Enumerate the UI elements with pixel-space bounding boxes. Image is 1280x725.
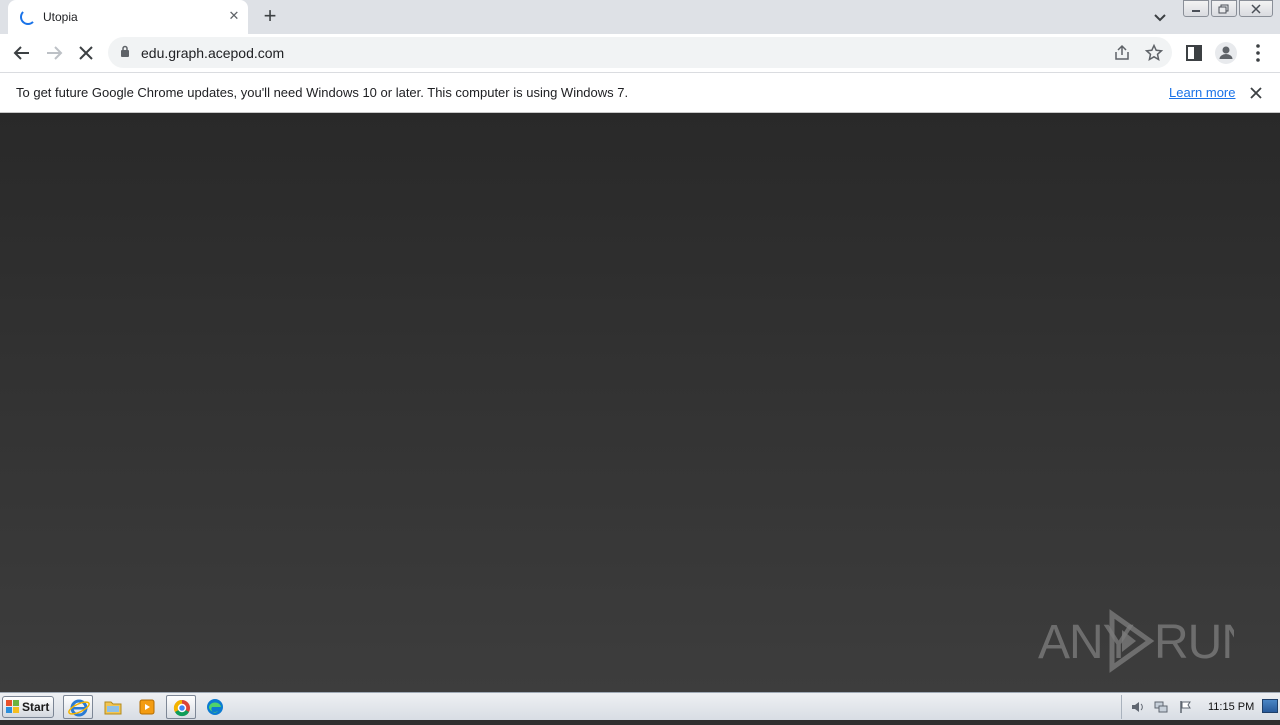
windows-taskbar: Start 11:15 PM [0, 692, 1280, 720]
loading-spinner-icon [20, 9, 36, 25]
update-infobar: To get future Google Chrome updates, you… [0, 72, 1280, 113]
windows-logo-icon [6, 700, 19, 713]
start-button[interactable]: Start [2, 696, 54, 718]
share-icon[interactable] [1112, 43, 1132, 63]
anyrun-watermark-logo: ANY RUN [1038, 609, 1234, 673]
learn-more-link[interactable]: Learn more [1169, 85, 1235, 100]
page-content [0, 113, 1280, 692]
taskbar-internet-explorer[interactable] [63, 695, 93, 719]
network-icon[interactable] [1153, 700, 1169, 714]
lock-icon[interactable] [120, 45, 130, 58]
infobar-close-icon[interactable] [1248, 85, 1264, 101]
forward-arrow-icon[interactable] [42, 41, 66, 65]
file-explorer-icon [104, 701, 122, 715]
profile-avatar-icon[interactable] [1214, 41, 1238, 65]
start-label: Start [22, 700, 50, 714]
taskbar-file-explorer[interactable] [98, 695, 128, 719]
taskbar-chrome[interactable] [166, 695, 196, 719]
side-panel-icon[interactable] [1182, 41, 1206, 65]
new-tab-button[interactable]: + [258, 5, 282, 29]
edge-icon [207, 699, 223, 715]
tab-close-icon[interactable]: ✕ [226, 8, 242, 24]
volume-icon[interactable] [1130, 700, 1146, 714]
tab-utopia[interactable]: Utopia ✕ [8, 0, 248, 34]
taskbar-media-player[interactable] [132, 695, 162, 719]
restore-button[interactable] [1211, 0, 1237, 17]
chrome-icon [173, 699, 190, 717]
url-text[interactable]: edu.graph.acepod.com [141, 45, 284, 61]
show-desktop-button[interactable] [1262, 699, 1278, 713]
bookmark-star-icon[interactable] [1144, 43, 1164, 63]
menu-dots-icon[interactable] [1246, 41, 1270, 65]
tab-title: Utopia [43, 10, 78, 24]
stop-loading-icon[interactable] [74, 41, 98, 65]
svg-text:RUN: RUN [1154, 616, 1234, 669]
close-window-button[interactable] [1239, 0, 1273, 17]
action-center-flag-icon[interactable] [1178, 700, 1194, 714]
address-bar[interactable]: edu.graph.acepod.com [108, 37, 1172, 68]
minimize-button[interactable] [1183, 0, 1209, 17]
back-arrow-icon[interactable] [10, 41, 34, 65]
browser-toolbar: edu.graph.acepod.com [0, 34, 1280, 72]
taskbar-edge[interactable] [200, 695, 230, 719]
infobar-message: To get future Google Chrome updates, you… [16, 85, 629, 100]
tab-strip: Utopia ✕ + [0, 0, 1280, 34]
tab-search-icon[interactable] [1150, 7, 1170, 27]
internet-explorer-icon [68, 699, 90, 717]
system-tray: 11:15 PM [1121, 695, 1280, 719]
media-player-icon [139, 699, 155, 715]
window-controls [1183, 0, 1275, 18]
taskbar-clock[interactable]: 11:15 PM [1208, 701, 1254, 713]
